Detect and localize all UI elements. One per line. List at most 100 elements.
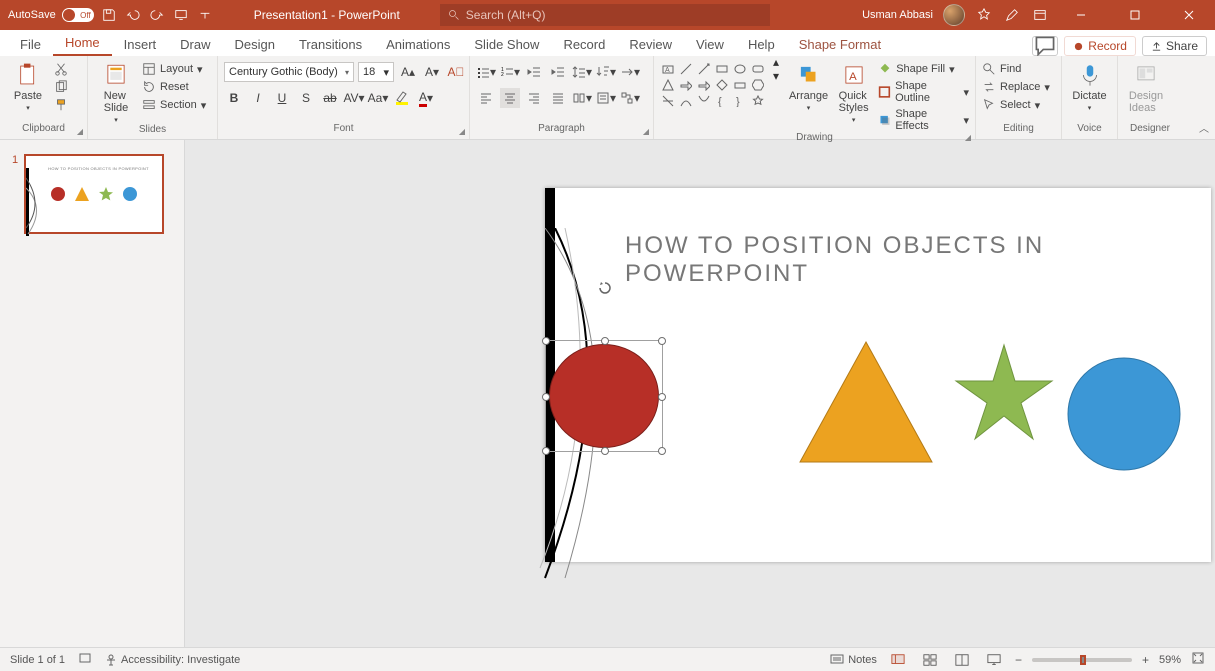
slideshow-view-button[interactable]	[983, 651, 1005, 669]
sorter-view-button[interactable]	[919, 651, 941, 669]
redo-icon[interactable]	[148, 6, 166, 24]
tab-file[interactable]: File	[8, 33, 53, 56]
decrease-font-icon[interactable]: A▾	[422, 62, 442, 82]
green-star-shape[interactable]	[954, 343, 1054, 443]
cut-button[interactable]	[54, 62, 68, 76]
ribbon-display-icon[interactable]	[1031, 8, 1049, 22]
zoom-in-button[interactable]: +	[1142, 653, 1149, 667]
tab-insert[interactable]: Insert	[112, 33, 169, 56]
slide-canvas[interactable]: HOW TO POSITION OBJECTS IN POWERPOINT	[185, 140, 1215, 647]
line-spacing-button[interactable]: ▾	[572, 62, 592, 82]
reset-button[interactable]: Reset	[142, 80, 206, 94]
smartart-button[interactable]: ▾	[620, 88, 640, 108]
resize-handle-s[interactable]	[601, 447, 609, 455]
font-launcher-icon[interactable]: ◢	[457, 127, 467, 137]
align-text-button[interactable]: ▾	[596, 88, 616, 108]
slide-counter[interactable]: Slide 1 of 1	[10, 654, 65, 666]
tab-slide-show[interactable]: Slide Show	[462, 33, 551, 56]
strike-button[interactable]: ab	[320, 88, 340, 108]
new-slide-button[interactable]: New Slide▾	[94, 58, 138, 124]
shadow-button[interactable]: S	[296, 88, 316, 108]
font-size-combo[interactable]: 18▾	[358, 62, 394, 82]
tab-record[interactable]: Record	[551, 33, 617, 56]
paragraph-launcher-icon[interactable]: ◢	[641, 127, 651, 137]
zoom-out-button[interactable]: −	[1015, 653, 1022, 667]
resize-handle-n[interactable]	[601, 337, 609, 345]
increase-font-icon[interactable]: A▴	[398, 62, 418, 82]
bold-button[interactable]: B	[224, 88, 244, 108]
shape-gallery[interactable]: A ▴▾ { }	[660, 58, 784, 108]
increase-indent-button[interactable]	[548, 62, 568, 82]
save-icon[interactable]	[100, 6, 118, 24]
resize-handle-w[interactable]	[542, 393, 550, 401]
arrange-button[interactable]: Arrange▾	[788, 58, 829, 112]
undo-icon[interactable]	[124, 6, 142, 24]
resize-handle-ne[interactable]	[658, 337, 666, 345]
language-icon[interactable]	[79, 652, 91, 667]
collapse-ribbon-icon[interactable]: ︿	[1199, 120, 1209, 135]
qat-customize-icon[interactable]	[196, 6, 214, 24]
zoom-slider[interactable]	[1032, 658, 1132, 662]
resize-handle-e[interactable]	[658, 393, 666, 401]
tab-transitions[interactable]: Transitions	[287, 33, 374, 56]
justify-button[interactable]	[548, 88, 568, 108]
search-box[interactable]: Search (Alt+Q)	[440, 4, 770, 26]
dictate-button[interactable]: Dictate▾	[1068, 58, 1111, 112]
char-spacing-button[interactable]: AV▾	[344, 88, 364, 108]
fit-to-window-button[interactable]	[1191, 651, 1205, 668]
align-right-button[interactable]	[524, 88, 544, 108]
sort-button[interactable]: ▾	[596, 62, 616, 82]
resize-handle-sw[interactable]	[542, 447, 550, 455]
text-direction-button[interactable]: ▾	[620, 62, 640, 82]
change-case-button[interactable]: Aa▾	[368, 88, 388, 108]
section-button[interactable]: Section ▾	[142, 98, 206, 112]
underline-button[interactable]: U	[272, 88, 292, 108]
numbering-button[interactable]: 12▾	[500, 62, 520, 82]
tab-home[interactable]: Home	[53, 31, 112, 56]
record-button[interactable]: Record	[1064, 36, 1136, 56]
layout-button[interactable]: Layout ▾	[142, 62, 206, 76]
resize-handle-nw[interactable]	[542, 337, 550, 345]
quick-styles-button[interactable]: A Quick Styles▾	[833, 58, 874, 124]
highlight-color-button[interactable]	[392, 88, 412, 108]
clipboard-launcher-icon[interactable]: ◢	[75, 127, 85, 137]
italic-button[interactable]: I	[248, 88, 268, 108]
replace-button[interactable]: Replace ▾	[982, 80, 1050, 94]
design-ideas-button[interactable]: Design Ideas	[1124, 58, 1168, 114]
select-button[interactable]: Select ▾	[982, 98, 1050, 112]
slide-thumbnail-1[interactable]: HOW TO POSITION OBJECTS IN POWERPOINT	[24, 154, 164, 234]
tab-design[interactable]: Design	[223, 33, 287, 56]
slide-title-text[interactable]: HOW TO POSITION OBJECTS IN POWERPOINT	[625, 232, 1211, 288]
tab-animations[interactable]: Animations	[374, 33, 462, 56]
tab-shape-format[interactable]: Shape Format	[787, 33, 893, 56]
orange-triangle-shape[interactable]	[798, 340, 934, 464]
close-button[interactable]	[1167, 0, 1211, 30]
notes-button[interactable]: Notes	[830, 654, 877, 666]
share-button[interactable]: Share	[1142, 36, 1207, 56]
columns-button[interactable]: ▾	[572, 88, 592, 108]
align-left-button[interactable]	[476, 88, 496, 108]
align-center-button[interactable]	[500, 88, 520, 108]
red-circle-selection[interactable]	[545, 308, 665, 420]
copy-button[interactable]	[54, 80, 68, 94]
tab-review[interactable]: Review	[617, 33, 684, 56]
maximize-button[interactable]	[1113, 0, 1157, 30]
accessibility-status[interactable]: Accessibility: Investigate	[105, 654, 240, 666]
reading-view-button[interactable]	[951, 651, 973, 669]
font-name-combo[interactable]: Century Gothic (Body)▾	[224, 62, 354, 82]
coming-soon-icon[interactable]	[975, 8, 993, 22]
comments-button[interactable]	[1032, 36, 1058, 56]
find-button[interactable]: Find	[982, 62, 1050, 76]
autosave-toggle[interactable]: Off	[62, 8, 94, 22]
tab-help[interactable]: Help	[736, 33, 787, 56]
pen-mode-icon[interactable]	[1003, 8, 1021, 22]
zoom-value[interactable]: 59%	[1159, 654, 1181, 666]
paste-button[interactable]: Paste▾	[6, 58, 50, 112]
shape-outline-button[interactable]: Shape Outline ▾	[878, 80, 969, 104]
present-from-start-icon[interactable]	[172, 6, 190, 24]
clear-format-icon[interactable]: A⃠	[446, 62, 466, 82]
minimize-button[interactable]	[1059, 0, 1103, 30]
format-painter-button[interactable]	[54, 98, 68, 112]
decrease-indent-button[interactable]	[524, 62, 544, 82]
bullets-button[interactable]: ▾	[476, 62, 496, 82]
